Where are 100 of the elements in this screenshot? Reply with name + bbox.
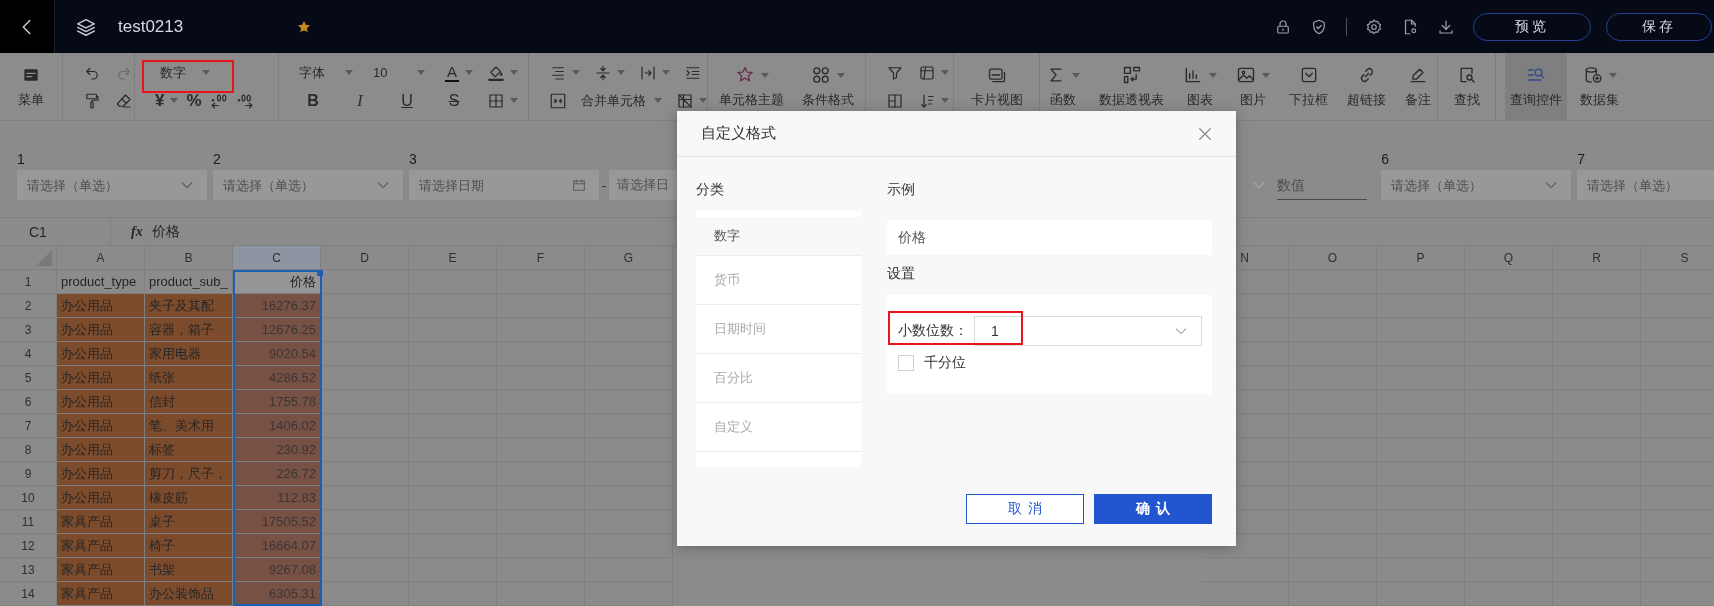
decrease-decimal-icon[interactable] xyxy=(209,91,228,110)
freeze-icon[interactable] xyxy=(676,91,694,110)
query-control-button[interactable]: 查询控件 xyxy=(1505,53,1567,120)
caret-icon[interactable] xyxy=(941,98,949,103)
table-cell: 1755.78 xyxy=(233,390,321,414)
confirm-button[interactable]: 确认 xyxy=(1094,494,1212,524)
merge-cells-icon[interactable] xyxy=(549,91,567,110)
range-separator: - xyxy=(602,177,607,193)
caret-icon[interactable] xyxy=(837,72,845,78)
decimal-places-select[interactable]: 1 xyxy=(974,316,1202,346)
caret-icon[interactable] xyxy=(617,70,625,75)
column-header[interactable]: Q xyxy=(1465,246,1553,270)
percent-button[interactable]: % xyxy=(186,90,202,111)
number-format-dropdown[interactable]: 数字 xyxy=(160,63,210,82)
column-header[interactable]: D xyxy=(321,246,409,270)
cell-theme-button[interactable]: 单元格主题 xyxy=(714,53,789,120)
table-cell: 桌子 xyxy=(145,510,233,534)
star-outline-icon[interactable] xyxy=(734,65,755,85)
column-header[interactable]: C xyxy=(233,246,321,270)
hyperlink-button[interactable]: 超链接 xyxy=(1342,53,1391,120)
split-view-icon[interactable] xyxy=(886,91,904,110)
column-header[interactable]: A xyxy=(57,246,145,270)
note-button[interactable]: 备注 xyxy=(1400,53,1436,120)
column-header[interactable]: F xyxy=(497,246,585,270)
conditional-format-button[interactable]: 条件格式 xyxy=(797,53,859,120)
caret-icon[interactable] xyxy=(1608,72,1617,78)
borders-icon[interactable] xyxy=(487,91,505,110)
bar-chart-icon[interactable] xyxy=(1183,65,1203,85)
settings-icon[interactable] xyxy=(1365,17,1383,36)
chart-button[interactable]: 图表 xyxy=(1178,53,1222,120)
column-header[interactable]: S xyxy=(1641,246,1714,270)
row-header[interactable]: 1 xyxy=(0,270,57,294)
table-cell: 17505.52 xyxy=(233,510,321,534)
select-field[interactable]: 请选择（单选） xyxy=(1381,170,1572,200)
menu-button[interactable]: 菜单 xyxy=(13,53,49,120)
column-header[interactable]: G xyxy=(585,246,673,270)
pivot-icon[interactable] xyxy=(1121,65,1142,85)
pencil-icon[interactable] xyxy=(1408,65,1428,85)
number-field[interactable]: 数值 xyxy=(1277,170,1368,200)
column-header[interactable]: E xyxy=(409,246,497,270)
caret-icon[interactable] xyxy=(465,70,473,75)
cancel-button[interactable]: 取消 xyxy=(966,494,1084,524)
select-field[interactable]: 请选择（单选） xyxy=(1577,170,1714,200)
image-button[interactable]: 图片 xyxy=(1231,53,1275,120)
font-family-dropdown[interactable]: 字体 xyxy=(299,63,359,82)
strikethrough-button[interactable]: S xyxy=(440,91,468,110)
shield-check-icon[interactable] xyxy=(1310,17,1328,36)
filter-label: 2 xyxy=(213,151,222,167)
fill-handle[interactable] xyxy=(317,270,323,276)
caret-icon[interactable] xyxy=(760,72,769,78)
select-field[interactable]: 请选择（单选） xyxy=(213,170,403,200)
caret-icon[interactable] xyxy=(202,70,210,75)
column-header[interactable]: R xyxy=(1553,246,1641,270)
underline-button[interactable]: U xyxy=(393,91,421,110)
caret-icon[interactable] xyxy=(662,70,670,75)
caret-icon[interactable] xyxy=(572,70,580,75)
date-field[interactable]: 请选择日期 xyxy=(409,170,599,200)
caret-icon[interactable] xyxy=(345,70,353,75)
italic-button[interactable]: I xyxy=(346,91,374,110)
table-cell: 椅子 xyxy=(145,534,233,558)
caret-icon[interactable] xyxy=(170,98,179,103)
table-cell: 容器，箱子 xyxy=(145,318,233,342)
eraser-icon[interactable] xyxy=(115,91,133,110)
caret-icon[interactable] xyxy=(510,98,518,103)
select-field[interactable]: 请选择（单选） xyxy=(17,170,207,200)
category-item[interactable]: 数字 xyxy=(696,217,861,256)
caret-icon[interactable] xyxy=(417,70,425,75)
four-circles-icon[interactable] xyxy=(811,65,831,85)
caret-icon[interactable] xyxy=(1209,72,1217,78)
caret-icon[interactable] xyxy=(1072,72,1080,78)
formula-value: 价格 xyxy=(151,222,180,241)
sheet-icon[interactable] xyxy=(918,63,936,82)
image-icon[interactable] xyxy=(1236,65,1256,85)
calendar-icon[interactable] xyxy=(571,177,587,193)
caret-icon[interactable] xyxy=(699,98,707,103)
dropdown-button[interactable]: 下拉框 xyxy=(1284,53,1333,120)
merge-cells-dropdown[interactable]: 合并单元格 xyxy=(581,91,662,110)
caret-icon[interactable] xyxy=(941,70,949,75)
column-header[interactable]: P xyxy=(1377,246,1465,270)
lock-icon[interactable] xyxy=(1274,17,1292,36)
font-size-dropdown[interactable]: 10 xyxy=(373,65,431,80)
font-color-button[interactable]: A xyxy=(445,63,473,82)
dataset-button[interactable]: 数据集 xyxy=(1575,53,1624,120)
caret-icon[interactable] xyxy=(510,70,518,75)
function-button[interactable]: 函数 xyxy=(1041,53,1085,120)
caret-icon[interactable] xyxy=(654,98,662,103)
checkbox[interactable] xyxy=(898,355,914,371)
pivot-table-button[interactable]: 数据透视表 xyxy=(1094,53,1169,120)
paint-roller-icon[interactable] xyxy=(83,91,101,110)
section-heading: 设置 xyxy=(887,265,916,281)
find-button[interactable]: 查找 xyxy=(1448,53,1485,120)
table-cell: 16276.37 xyxy=(233,294,321,318)
bold-button[interactable]: B xyxy=(299,91,327,110)
currency-button[interactable]: ¥ xyxy=(155,90,179,111)
section-heading: 示例 xyxy=(887,181,916,197)
card-view-button[interactable]: 卡片视图 xyxy=(965,53,1028,120)
increase-decimal-icon[interactable] xyxy=(235,91,254,110)
column-header[interactable]: O xyxy=(1289,246,1377,270)
vertical-align-icon[interactable] xyxy=(594,63,612,82)
caret-icon[interactable] xyxy=(1262,72,1270,78)
